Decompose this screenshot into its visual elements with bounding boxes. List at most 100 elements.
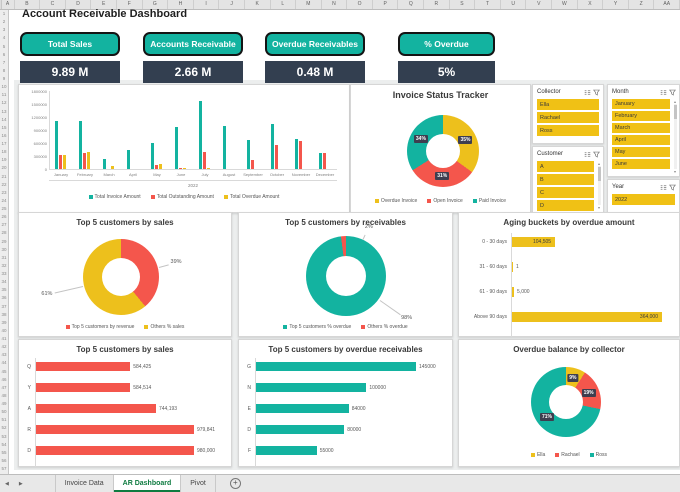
row-header-34[interactable]: 34 [0, 278, 8, 286]
multi-select-icon[interactable] [660, 89, 667, 96]
row-header-22[interactable]: 22 [0, 181, 8, 189]
row-header-52[interactable]: 52 [0, 424, 8, 432]
slicer-item-c[interactable]: C [537, 187, 594, 198]
row-header-47[interactable]: 47 [0, 384, 8, 392]
row-header-6[interactable]: 6 [0, 51, 8, 59]
row-header-13[interactable]: 13 [0, 108, 8, 116]
sheet-nav-left-arrow-icon[interactable]: ◀ [0, 475, 14, 492]
row-header-36[interactable]: 36 [0, 294, 8, 302]
column-header-Q[interactable]: Q [398, 0, 424, 9]
tab-invoice-data[interactable]: Invoice Data [55, 475, 114, 492]
column-header-L[interactable]: L [271, 0, 297, 9]
row-header-33[interactable]: 33 [0, 270, 8, 278]
column-header-A[interactable]: A [2, 0, 15, 9]
row-header-16[interactable]: 16 [0, 132, 8, 140]
slicer-item-d[interactable]: D [537, 200, 594, 211]
column-header-K[interactable]: K [245, 0, 271, 9]
row-header-32[interactable]: 32 [0, 262, 8, 270]
row-header-30[interactable]: 30 [0, 246, 8, 254]
row-header-15[interactable]: 15 [0, 124, 8, 132]
slicer-item-june[interactable]: June [612, 159, 670, 169]
row-header-28[interactable]: 28 [0, 229, 8, 237]
slicer-item-february[interactable]: February [612, 111, 670, 121]
row-header-55[interactable]: 55 [0, 449, 8, 457]
column-header-N[interactable]: N [322, 0, 348, 9]
row-header-39[interactable]: 39 [0, 319, 8, 327]
row-header-48[interactable]: 48 [0, 392, 8, 400]
slicer-item-january[interactable]: January [612, 99, 670, 109]
slicer-item-ella[interactable]: Ella [537, 99, 599, 110]
column-header-T[interactable]: T [475, 0, 501, 9]
column-header-Y[interactable]: Y [603, 0, 629, 9]
row-header-27[interactable]: 27 [0, 221, 8, 229]
slicer-item-march[interactable]: March [612, 123, 670, 133]
row-header-2[interactable]: 2 [0, 18, 8, 26]
scroll-thumb[interactable] [674, 105, 677, 119]
column-header-W[interactable]: W [552, 0, 578, 9]
row-header-56[interactable]: 56 [0, 457, 8, 465]
scroll-thumb[interactable] [598, 167, 601, 181]
row-header-43[interactable]: 43 [0, 351, 8, 359]
row-header-41[interactable]: 41 [0, 335, 8, 343]
row-header-42[interactable]: 42 [0, 343, 8, 351]
column-header-AA[interactable]: AA [654, 0, 680, 9]
column-header-J[interactable]: J [219, 0, 245, 9]
multi-select-icon[interactable] [584, 151, 591, 158]
row-header-14[interactable]: 14 [0, 116, 8, 124]
new-sheet-icon[interactable]: + [230, 478, 241, 489]
filter-icon[interactable] [593, 89, 600, 96]
row-header-29[interactable]: 29 [0, 238, 8, 246]
slicer-item-rachael[interactable]: Rachael [537, 112, 599, 123]
scroll-track[interactable] [674, 104, 677, 169]
column-header-I[interactable]: I [194, 0, 220, 9]
slicer-item-b[interactable]: B [537, 174, 594, 185]
row-header-37[interactable]: 37 [0, 303, 8, 311]
slicer-item-ross[interactable]: Ross [537, 125, 599, 136]
row-header-50[interactable]: 50 [0, 408, 8, 416]
column-header-P[interactable]: P [373, 0, 399, 9]
row-header-5[interactable]: 5 [0, 43, 8, 51]
row-header-21[interactable]: 21 [0, 173, 8, 181]
row-header-10[interactable]: 10 [0, 83, 8, 91]
column-header-V[interactable]: V [526, 0, 552, 9]
row-header-51[interactable]: 51 [0, 416, 8, 424]
row-header-4[interactable]: 4 [0, 34, 8, 42]
row-header-40[interactable]: 40 [0, 327, 8, 335]
row-header-18[interactable]: 18 [0, 148, 8, 156]
row-header-38[interactable]: 38 [0, 311, 8, 319]
slicer-item-may[interactable]: May [612, 147, 670, 157]
row-header-31[interactable]: 31 [0, 254, 8, 262]
column-header-R[interactable]: R [424, 0, 450, 9]
slicer-item-a[interactable]: A [537, 161, 594, 172]
scroll-down-icon[interactable]: ▾ [674, 169, 676, 174]
row-header-1[interactable]: 1 [0, 10, 8, 18]
filter-icon[interactable] [669, 89, 676, 96]
row-header-45[interactable]: 45 [0, 368, 8, 376]
row-header-57[interactable]: 57 [0, 465, 8, 473]
row-header-8[interactable]: 8 [0, 67, 8, 75]
sheet-nav-right-arrow-icon[interactable]: ▶ [14, 475, 28, 492]
row-header-20[interactable]: 20 [0, 164, 8, 172]
multi-select-icon[interactable] [584, 89, 591, 96]
row-header-3[interactable]: 3 [0, 26, 8, 34]
slicer-scrollbar[interactable]: ▴▾ [672, 99, 678, 174]
row-header-54[interactable]: 54 [0, 441, 8, 449]
tab-pivot[interactable]: Pivot [180, 475, 216, 492]
filter-icon[interactable] [669, 184, 676, 191]
row-header-11[interactable]: 11 [0, 91, 8, 99]
row-header-23[interactable]: 23 [0, 189, 8, 197]
row-header-35[interactable]: 35 [0, 286, 8, 294]
column-header-M[interactable]: M [296, 0, 322, 9]
row-header-24[interactable]: 24 [0, 197, 8, 205]
multi-select-icon[interactable] [660, 184, 667, 191]
row-header-26[interactable]: 26 [0, 213, 8, 221]
scroll-track[interactable] [598, 166, 601, 205]
scroll-down-icon[interactable]: ▾ [598, 205, 600, 210]
tab-ar-dashboard[interactable]: AR Dashboard [113, 475, 182, 492]
row-header-49[interactable]: 49 [0, 400, 8, 408]
slicer-item-april[interactable]: April [612, 135, 670, 145]
row-header-12[interactable]: 12 [0, 99, 8, 107]
column-header-U[interactable]: U [501, 0, 527, 9]
row-header-7[interactable]: 7 [0, 59, 8, 67]
row-header-46[interactable]: 46 [0, 376, 8, 384]
